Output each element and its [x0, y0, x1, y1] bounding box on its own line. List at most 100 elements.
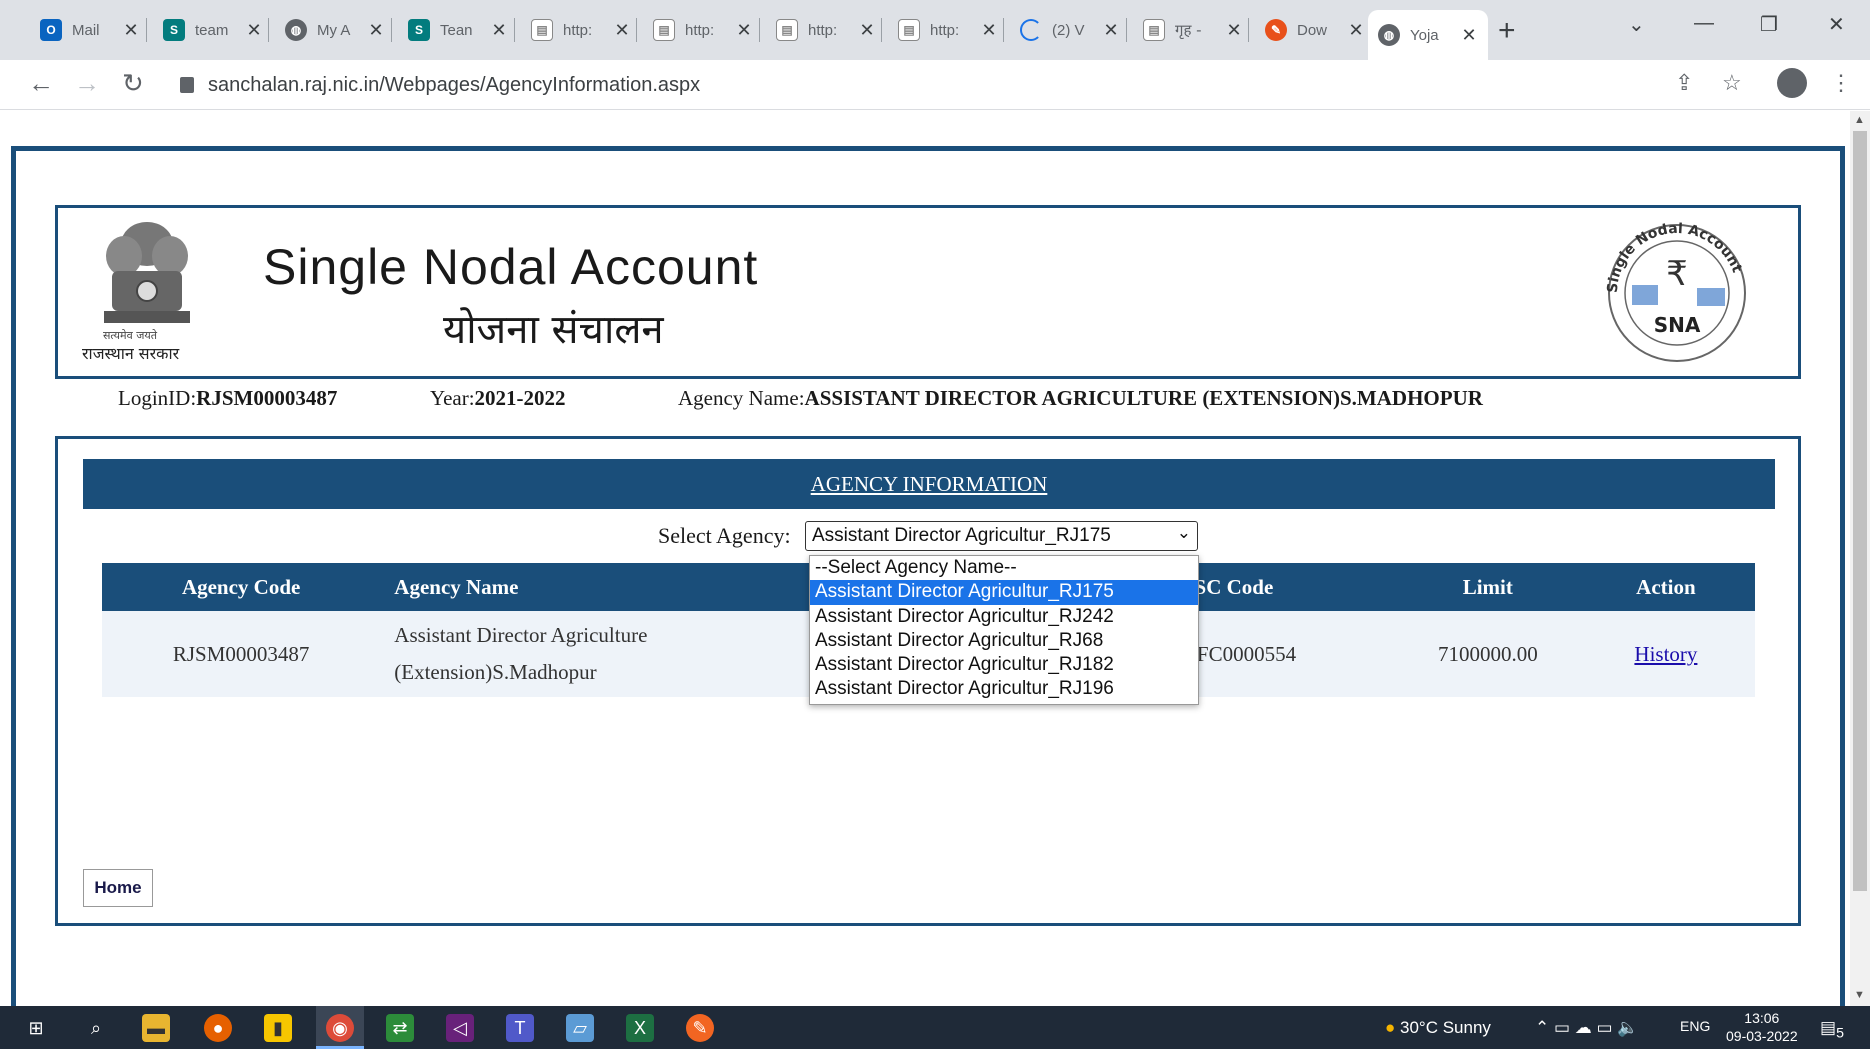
tab-my[interactable]: ◍ My A ✕: [275, 10, 395, 50]
restore-button[interactable]: ❐: [1760, 12, 1778, 37]
login-info: LoginID:RJSM00003487: [118, 386, 338, 410]
agency-dropdown-list: --Select Agency Name-- Assistant Directo…: [809, 555, 1199, 705]
agency-name-info: Agency Name:ASSISTANT DIRECTOR AGRICULTU…: [678, 386, 1483, 410]
scroll-down-icon[interactable]: ▼: [1854, 989, 1865, 1001]
tray-icons[interactable]: ⌃ ▭ ☁ ▭ 🔈: [1535, 1018, 1638, 1038]
close-window-button[interactable]: ✕: [1828, 12, 1845, 37]
pen-app-icon[interactable]: ✎: [686, 1014, 714, 1042]
back-icon[interactable]: ←: [28, 68, 54, 99]
chrome-icon[interactable]: ◉: [326, 1014, 354, 1042]
menu-kebab-icon[interactable]: ⋮: [1830, 70, 1852, 96]
download-site-icon: ✎: [1265, 19, 1287, 41]
sticky-notes-icon[interactable]: ▮: [264, 1014, 292, 1042]
close-icon[interactable]: ✕: [858, 20, 876, 41]
lock-icon: [180, 77, 194, 93]
weather-widget[interactable]: ● 30°C Sunny: [1385, 1018, 1491, 1038]
reload-icon[interactable]: ↻: [122, 68, 144, 99]
tab-download[interactable]: ✎ Dow ✕: [1255, 10, 1375, 50]
agency-select[interactable]: Assistant Director Agricultur_RJ175 ⌄: [805, 521, 1198, 551]
tab-http-3[interactable]: ▤ http: ✕: [766, 10, 886, 50]
language-indicator[interactable]: ENG: [1680, 1018, 1710, 1034]
tab-http-4[interactable]: ▤ http: ✕: [888, 10, 1008, 50]
file-explorer-icon[interactable]: ▬: [142, 1014, 170, 1042]
close-icon[interactable]: ✕: [245, 20, 263, 41]
tab-team[interactable]: S team ✕: [153, 10, 273, 50]
dropdown-option[interactable]: Assistant Director Agricultur_RJ242: [810, 605, 1198, 629]
url-field[interactable]: sanchalan.raj.nic.in/Webpages/AgencyInfo…: [170, 66, 1650, 104]
loading-icon: [1020, 19, 1042, 41]
tab-video[interactable]: (2) V ✕: [1010, 10, 1130, 50]
col-ifsc-code: FSC Code: [1181, 563, 1399, 611]
emblem-caption: राजस्थान सरकार: [82, 344, 180, 363]
clock[interactable]: 13:06 09-03-2022: [1726, 1009, 1798, 1045]
page-viewport: सत्यमेव जयते राजस्थान सरकार Single Nodal…: [0, 111, 1850, 1006]
scroll-up-icon[interactable]: ▲: [1854, 114, 1865, 126]
forward-icon[interactable]: →: [74, 68, 100, 99]
minimize-button[interactable]: —: [1694, 12, 1714, 35]
browser-tab-bar: O Mail ✕ S team ✕ ◍ My A ✕ S Tean ✕ ▤ http: ✕…: [0, 0, 1870, 60]
dropdown-option[interactable]: Assistant Director Agricultur_RJ196: [810, 677, 1198, 701]
document-icon: ▤: [531, 19, 553, 41]
dropdown-option-selected[interactable]: Assistant Director Agricultur_RJ175: [810, 580, 1198, 605]
firefox-icon[interactable]: ●: [204, 1014, 232, 1042]
close-icon[interactable]: ✕: [980, 20, 998, 41]
sharepoint-icon: S: [163, 19, 185, 41]
sna-logo: Single Nodal Account ₹ SNA: [1605, 221, 1746, 362]
windows-start-icon[interactable]: ⊞: [22, 1014, 50, 1042]
close-icon[interactable]: ✕: [1347, 20, 1365, 41]
document-viewer-icon[interactable]: ▱: [566, 1014, 594, 1042]
select-agency-label: Select Agency:: [658, 523, 791, 548]
profile-avatar[interactable]: [1777, 68, 1807, 98]
tab-yojana-active[interactable]: ◍ Yoja ✕: [1368, 10, 1488, 60]
dropdown-option[interactable]: Assistant Director Agricultur_RJ68: [810, 629, 1198, 653]
close-icon[interactable]: ✕: [490, 20, 508, 41]
col-action: Action: [1576, 563, 1755, 611]
close-icon[interactable]: ✕: [1460, 25, 1478, 46]
tab-mail[interactable]: O Mail ✕: [30, 10, 150, 50]
document-icon: ▤: [653, 19, 675, 41]
tab-http-1[interactable]: ▤ http: ✕: [521, 10, 641, 50]
document-icon: ▤: [898, 19, 920, 41]
dropdown-option[interactable]: Assistant Director Agricultur_RJ182: [810, 653, 1198, 677]
close-icon[interactable]: ✕: [613, 20, 631, 41]
cell-agency-code: RJSM00003487: [102, 611, 381, 697]
close-icon[interactable]: ✕: [1102, 20, 1120, 41]
cell-limit: 7100000.00: [1398, 611, 1577, 697]
chevron-down-icon: ⌄: [1176, 523, 1191, 542]
history-link[interactable]: History: [1634, 642, 1697, 666]
tab-teams[interactable]: S Tean ✕: [398, 10, 518, 50]
tab-http-2[interactable]: ▤ http: ✕: [643, 10, 763, 50]
app-icon[interactable]: ⇄: [386, 1014, 414, 1042]
scrollbar-thumb[interactable]: [1853, 131, 1867, 891]
close-icon[interactable]: ✕: [367, 20, 385, 41]
share-icon[interactable]: ⇪: [1675, 70, 1693, 96]
tab-griha[interactable]: ▤ गृह - ✕: [1133, 10, 1253, 50]
sun-icon: ●: [1385, 1018, 1396, 1037]
document-icon: ▤: [776, 19, 798, 41]
close-icon[interactable]: ✕: [1225, 20, 1243, 41]
cell-action: History: [1576, 611, 1755, 697]
home-button[interactable]: Home: [83, 869, 153, 907]
search-icon[interactable]: ⌕: [82, 1014, 110, 1042]
tab-search-icon[interactable]: ⌄: [1628, 12, 1645, 37]
cell-agency-name: Assistant Director Agriculture (Extensio…: [380, 611, 871, 697]
notification-icon[interactable]: ▤5: [1820, 1018, 1844, 1041]
bookmark-star-icon[interactable]: ☆: [1722, 70, 1742, 96]
emblem-motto: सत्यमेव जयते: [103, 329, 158, 342]
close-icon[interactable]: ✕: [122, 20, 140, 41]
logo-sna-text: SNA: [1654, 313, 1701, 337]
section-title: AGENCY INFORMATION: [83, 459, 1775, 509]
windows-taskbar: ⊞ ⌕ ▬ ● ▮ ◉ ⇄ ◁ T ▱ X ✎ ● 30°C Sunny ⌃ ▭…: [0, 1006, 1870, 1049]
globe-icon: ◍: [1378, 24, 1400, 46]
col-agency-name: Agency Name: [380, 563, 871, 611]
visual-studio-icon[interactable]: ◁: [446, 1014, 474, 1042]
page-scrollbar[interactable]: ▲ ▼: [1850, 111, 1870, 1006]
new-tab-button[interactable]: +: [1498, 14, 1516, 48]
dropdown-option[interactable]: --Select Agency Name--: [810, 556, 1198, 580]
site-title: Single Nodal Account: [263, 239, 759, 295]
teams-icon[interactable]: T: [506, 1014, 534, 1042]
site-subtitle: योजना संचालन: [443, 307, 664, 353]
site-header: सत्यमेव जयते राजस्थान सरकार Single Nodal…: [55, 205, 1801, 379]
excel-icon[interactable]: X: [626, 1014, 654, 1042]
close-icon[interactable]: ✕: [735, 20, 753, 41]
